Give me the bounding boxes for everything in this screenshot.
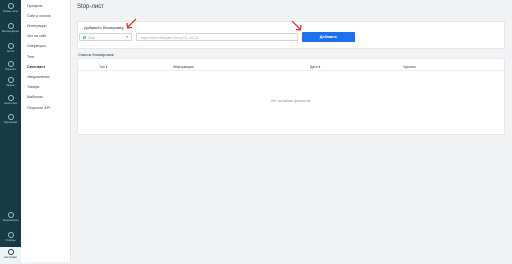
rail-item-partners[interactable]: Партнерам xyxy=(0,114,21,124)
tasks-icon xyxy=(7,77,14,83)
settings-submenu: Профиль Сайт и сессия Интеграции Чат на … xyxy=(21,0,71,262)
submenu-item-site-session[interactable]: Сайт и сессия xyxy=(27,14,51,18)
partners-icon xyxy=(7,114,14,120)
submenu-item-tags[interactable]: Теги xyxy=(27,55,34,59)
page-title: Stop-лист xyxy=(77,4,104,10)
column-label: Удалить xyxy=(403,65,416,69)
chat-icon xyxy=(7,3,14,9)
rail-item-analytics[interactable]: Аналитика xyxy=(0,95,21,105)
rail-item-label: Помощь xyxy=(5,239,16,242)
submenu-item-site-chat[interactable]: Чат на сайт xyxy=(27,34,46,38)
submenu-item-open-api[interactable]: Открытое API xyxy=(27,106,50,110)
type-select-value: Сhat xyxy=(88,35,95,40)
sort-icon: ▾ xyxy=(105,65,108,69)
rail-item-notifications[interactable]: Уведомления xyxy=(0,212,21,222)
bell-icon xyxy=(7,212,14,218)
empty-state-text: Нет активных фильтров xyxy=(270,99,311,103)
submenu-item-templates[interactable]: Шаблоны xyxy=(27,95,43,99)
rail-item-funnel[interactable]: Воронка xyxy=(0,61,21,71)
rail-item-label: Уведомления xyxy=(2,219,19,222)
funnel-icon xyxy=(7,61,14,67)
rail-item-archive[interactable]: Архив xyxy=(0,43,21,53)
status-dot-icon xyxy=(83,36,86,39)
column-date[interactable]: Дата ▾ xyxy=(310,65,320,69)
rail-item-label: Аналитика xyxy=(4,102,17,105)
messenger-icon xyxy=(7,23,14,29)
column-delete: Удалить xyxy=(403,65,416,69)
submenu-item-notifications[interactable]: Уведомления xyxy=(27,75,49,79)
rail-item-label: Партнерам xyxy=(3,121,18,124)
rail-item-label: Новые чаты xyxy=(3,10,18,13)
rail-item-label: Настройки xyxy=(4,256,17,259)
rail-item-help[interactable]: Помощь xyxy=(0,232,21,242)
type-select[interactable]: Сhat ▾ xyxy=(79,33,132,41)
rail-item-label: Воронка xyxy=(5,68,16,71)
rail-item-label: Мессенджеры xyxy=(1,30,20,33)
help-icon xyxy=(7,232,14,238)
block-list-title: Список блокировок xyxy=(78,52,114,57)
column-label: Дата xyxy=(310,65,318,69)
submenu-item-profile[interactable]: Профиль xyxy=(27,4,43,8)
column-info: Информация xyxy=(173,65,194,69)
rail-item-messengers[interactable]: Мессенджеры xyxy=(0,23,21,33)
annotation-arrow-icon xyxy=(291,20,302,31)
rail-item-settings[interactable]: Настройки xyxy=(0,247,21,264)
chevron-down-icon: ▾ xyxy=(126,35,128,39)
column-label: Информация xyxy=(173,65,194,69)
submenu-item-operators[interactable]: Операторы xyxy=(27,44,46,48)
annotation-arrow-icon xyxy=(126,18,137,29)
sort-icon: ▾ xyxy=(318,65,321,69)
submenu-item-stop-list[interactable]: Стоп-лист xyxy=(27,65,45,69)
rail-item-tasks[interactable]: Задачи xyxy=(0,77,21,87)
table-header-divider xyxy=(78,70,503,71)
column-label: Тип xyxy=(99,65,105,69)
icon-rail: Новые чаты Мессенджеры Архив Воронка Зад… xyxy=(0,0,21,264)
rail-item-label: Задачи xyxy=(6,84,15,87)
rail-item-new-chats[interactable]: Новые чаты xyxy=(0,3,21,13)
rail-item-label: Архив xyxy=(6,50,15,53)
add-block-title: Добавить блокировку xyxy=(84,25,124,30)
column-type[interactable]: Тип ▾ xyxy=(99,65,107,69)
submenu-item-integrations[interactable]: Интеграции xyxy=(27,24,47,28)
settings-icon xyxy=(7,249,14,255)
submenu-item-products[interactable]: Товары xyxy=(27,85,39,89)
archive-icon xyxy=(7,43,14,49)
block-value-input[interactable]: https://www.instagram.com/p/CD_n4OJJ/ xyxy=(136,33,298,41)
add-block-button[interactable]: Добавить xyxy=(302,32,355,42)
analytics-icon xyxy=(7,95,14,101)
